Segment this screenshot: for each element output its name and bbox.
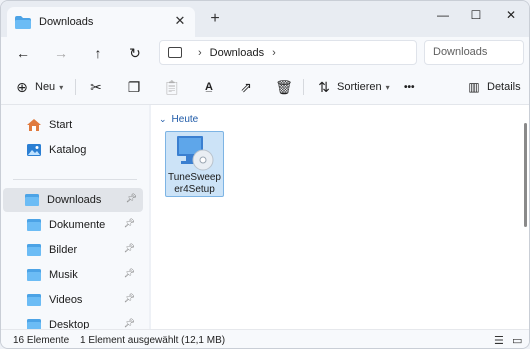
divider: [13, 179, 137, 180]
sidebar-item-label: Start: [49, 119, 73, 131]
plus-circle-icon: ⊕: [16, 79, 28, 95]
pin-icon[interactable]: 📌︎: [124, 293, 135, 304]
address-bar-row: ← → ↑ ↻ › Downloads › Downloads: [1, 37, 529, 69]
selection-info: 1 Element ausgewählt (12,1 MB): [80, 335, 226, 346]
tiles-view-icon[interactable]: ▭: [512, 334, 522, 347]
sidebar-item-videos[interactable]: Videos 📌︎: [5, 288, 141, 312]
sidebar-item-katalog[interactable]: Katalog: [5, 138, 141, 162]
sidebar-item-label: Dokumente: [49, 219, 106, 231]
details-view-icon[interactable]: ☰: [494, 334, 504, 347]
chevron-down-icon: ⌄: [159, 114, 167, 124]
navigation-pane: Start Katalog Downloads 📌︎ Dokumente 📌︎ …: [1, 105, 149, 331]
group-label: Heute: [171, 114, 199, 125]
command-bar: ⊕ Neu ▾ ✂ ❐ 📋︎ A̲ ⇗ 🗑︎ ⇅ Sortieren ▾ •••…: [1, 69, 529, 105]
group-header[interactable]: ⌄ Heute: [159, 114, 198, 125]
tab-title: Downloads: [39, 16, 94, 28]
rename-icon: A̲: [205, 81, 213, 93]
documents-folder-icon: [27, 219, 41, 231]
file-name: TuneSweeper4Setup: [168, 172, 221, 195]
breadcrumb[interactable]: › Downloads ›: [159, 40, 417, 65]
trash-icon: 🗑︎: [275, 79, 293, 95]
status-bar: 16 Elemente 1 Element ausgewählt (12,1 M…: [1, 329, 529, 348]
pin-icon[interactable]: 📌︎: [126, 193, 137, 204]
sidebar-item-label: Downloads: [47, 194, 102, 206]
sidebar-item-start[interactable]: Start: [5, 113, 141, 137]
music-folder-icon: [27, 269, 41, 281]
sort-icon: ⇅: [318, 79, 330, 95]
share-button[interactable]: ⇗: [237, 77, 255, 97]
search-input[interactable]: Downloads: [424, 40, 524, 65]
new-button[interactable]: ⊕ Neu ▾: [13, 77, 63, 97]
details-label: Details: [487, 81, 521, 93]
sidebar-item-dokumente[interactable]: Dokumente 📌︎: [5, 213, 141, 237]
sidebar-item-label: Videos: [49, 294, 83, 306]
delete-button[interactable]: 🗑︎: [275, 77, 293, 97]
more-options-button[interactable]: •••: [404, 77, 415, 97]
minimize-button[interactable]: —: [429, 5, 457, 25]
forward-button[interactable]: →: [50, 42, 72, 64]
copy-button[interactable]: ❐: [125, 77, 143, 97]
tab-bar: Downloads ✕ + — ☐ ✕: [1, 1, 529, 37]
divider: [75, 79, 76, 95]
details-pane-icon: ▥: [468, 80, 480, 94]
cut-button[interactable]: ✂: [87, 77, 105, 97]
sidebar-item-bilder[interactable]: Bilder 📌︎: [5, 238, 141, 262]
breadcrumb-downloads[interactable]: Downloads: [210, 47, 264, 59]
sidebar-item-downloads[interactable]: Downloads 📌︎: [3, 188, 143, 212]
copy-icon: ❐: [127, 79, 141, 95]
scissors-icon: ✂: [90, 79, 102, 95]
details-button[interactable]: ▥ Details: [465, 77, 521, 97]
sidebar-item-label: Katalog: [49, 144, 87, 156]
file-list-pane: ⌄ Heute TuneSweeper4Setup: [151, 105, 529, 329]
close-window-button[interactable]: ✕: [497, 5, 525, 25]
new-label: Neu: [35, 81, 56, 93]
refresh-button[interactable]: ↻: [124, 42, 146, 64]
sort-button[interactable]: ⇅ Sortieren ▾: [315, 77, 390, 97]
back-button[interactable]: ←: [12, 42, 34, 64]
close-tab-button[interactable]: ✕: [173, 14, 187, 28]
clipboard-icon: 📋︎: [163, 79, 181, 95]
videos-folder-icon: [27, 294, 41, 306]
chevron-right-icon[interactable]: ›: [272, 47, 276, 59]
home-icon: [27, 119, 41, 131]
divider: [303, 79, 304, 95]
chevron-down-icon: ▾: [59, 82, 64, 92]
file-explorer-window: Downloads ✕ + — ☐ ✕ ← → ↑ ↻ › Downloads …: [0, 0, 530, 349]
chevron-right-icon: ›: [198, 46, 202, 59]
pin-icon[interactable]: 📌︎: [124, 318, 135, 329]
paste-button[interactable]: 📋︎: [163, 77, 181, 97]
installer-icon: [177, 136, 214, 171]
vertical-scrollbar[interactable]: [524, 123, 527, 227]
file-item[interactable]: TuneSweeper4Setup: [165, 131, 224, 197]
folder-icon: [15, 15, 31, 29]
pin-icon[interactable]: 📌︎: [124, 268, 135, 279]
pictures-folder-icon: [27, 244, 41, 256]
new-tab-button[interactable]: +: [207, 11, 223, 27]
up-button[interactable]: ↑: [87, 42, 109, 64]
pin-icon[interactable]: 📌︎: [124, 218, 135, 229]
sidebar-item-musik[interactable]: Musik 📌︎: [5, 263, 141, 287]
chevron-down-icon: ▾: [385, 82, 390, 92]
rename-button[interactable]: A̲: [200, 77, 218, 97]
sort-label: Sortieren: [337, 81, 382, 93]
this-pc-icon: [168, 47, 182, 58]
sidebar-item-label: Musik: [49, 269, 78, 281]
maximize-button[interactable]: ☐: [462, 5, 490, 25]
gallery-icon: [27, 144, 41, 156]
sidebar-item-label: Bilder: [49, 244, 78, 256]
downloads-folder-icon: [25, 194, 39, 206]
item-count: 16 Elemente: [13, 335, 70, 346]
share-icon: ⇗: [240, 79, 252, 95]
tab-downloads[interactable]: Downloads ✕: [7, 7, 195, 37]
pin-icon[interactable]: 📌︎: [124, 243, 135, 254]
